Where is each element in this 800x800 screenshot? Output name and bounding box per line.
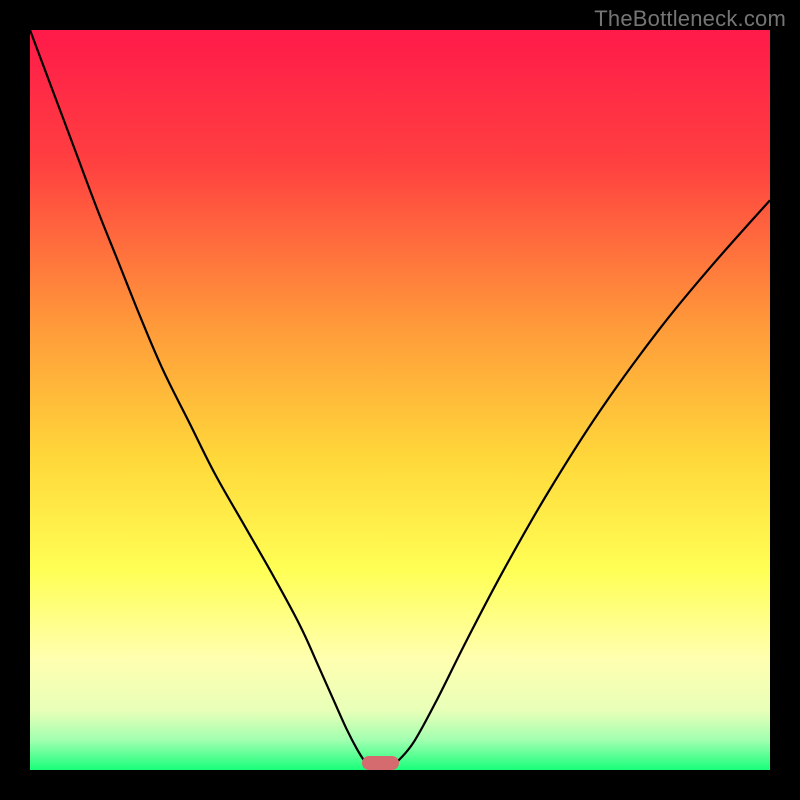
watermark-text: TheBottleneck.com xyxy=(594,6,786,32)
bottleneck-chart xyxy=(30,30,770,770)
optimum-marker xyxy=(362,756,399,770)
chart-background xyxy=(30,30,770,770)
